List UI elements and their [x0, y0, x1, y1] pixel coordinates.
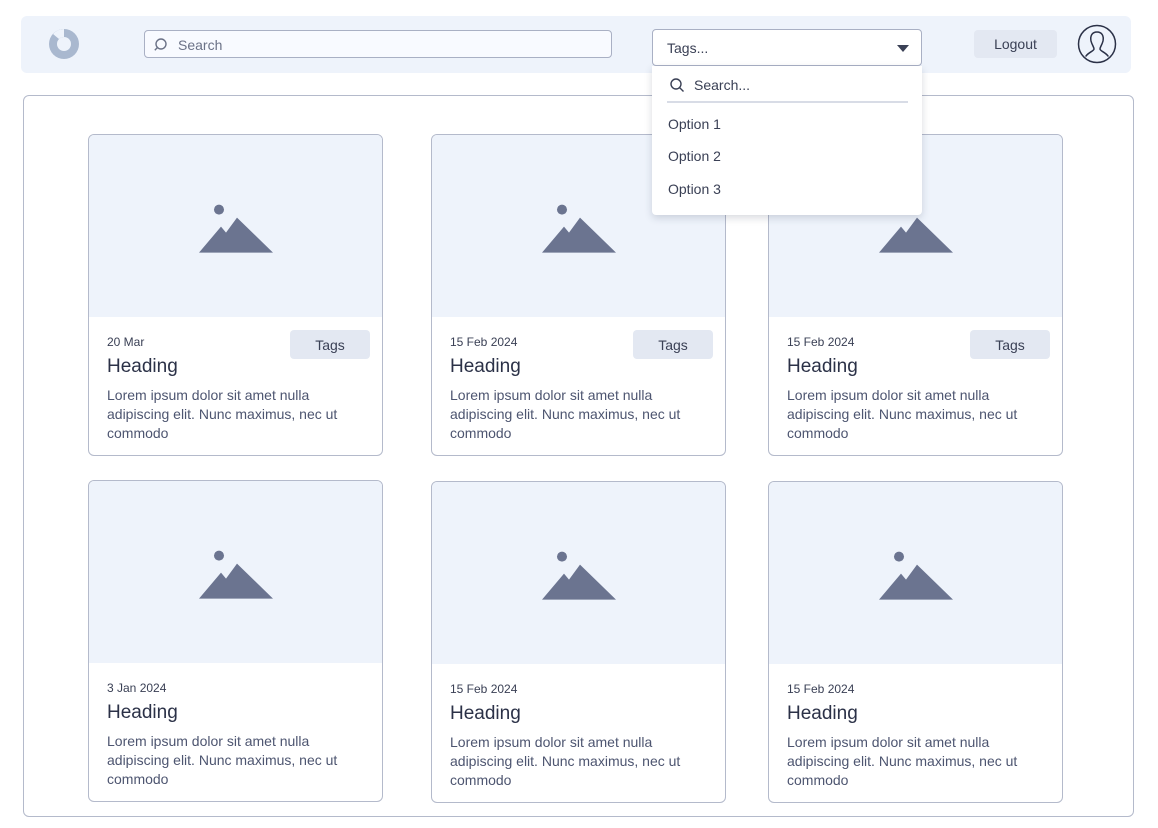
card-body: Lorem ipsum dolor sit amet nulla adipisc… [107, 387, 338, 441]
card[interactable]: 15 Feb 2024 Heading Lorem ipsum dolor si… [768, 481, 1063, 803]
card-heading: Heading [450, 703, 521, 724]
search-icon [670, 78, 684, 92]
search-placeholder: Search [178, 37, 223, 53]
card[interactable]: 20 Mar Tags Heading Lorem ipsum dolor si… [88, 134, 383, 456]
image-placeholder-icon [541, 551, 616, 600]
image-placeholder-icon [541, 204, 616, 253]
card-body: Lorem ipsum dolor sit amet nulla adipisc… [787, 734, 1018, 788]
image-placeholder-icon [198, 204, 273, 253]
card-body: Lorem ipsum dolor sit amet nulla adipisc… [787, 387, 1018, 441]
card-date: 3 Jan 2024 [107, 681, 167, 695]
card-heading: Heading [787, 703, 858, 724]
search-icon [154, 38, 167, 51]
dropdown-search-input[interactable]: Search... [667, 74, 908, 103]
card-body: Lorem ipsum dolor sit amet nulla adipisc… [450, 734, 681, 788]
card-heading: Heading [450, 356, 521, 377]
tags-dropdown: Search... Option 1 Option 2 Option 3 [652, 66, 922, 215]
card[interactable]: 3 Jan 2024 Heading Lorem ipsum dolor sit… [88, 480, 383, 802]
card-image [432, 482, 725, 664]
card-date: 15 Feb 2024 [450, 682, 518, 696]
card-body: Lorem ipsum dolor sit amet nulla adipisc… [107, 733, 338, 787]
image-placeholder-icon [878, 551, 953, 600]
dropdown-option[interactable]: Option 2 [668, 148, 721, 164]
logo-icon[interactable] [47, 27, 81, 61]
card-heading: Heading [787, 356, 858, 377]
card-tag[interactable]: Tags [633, 330, 713, 359]
dropdown-search-placeholder: Search... [694, 77, 751, 93]
logout-button[interactable]: Logout [974, 30, 1057, 58]
tags-select-value: Tags... [667, 40, 709, 56]
card-heading: Heading [107, 356, 178, 377]
card-tag[interactable]: Tags [290, 330, 370, 359]
card-image [89, 135, 382, 317]
card-date: 15 Feb 2024 [787, 682, 855, 696]
chevron-down-icon [897, 45, 909, 52]
search-input[interactable]: Search [144, 30, 612, 58]
dropdown-option[interactable]: Option 3 [668, 181, 721, 197]
card-body: Lorem ipsum dolor sit amet nulla adipisc… [450, 387, 681, 441]
dropdown-option[interactable]: Option 1 [668, 116, 721, 132]
user-avatar-icon[interactable] [1077, 24, 1117, 64]
card-date: 20 Mar [107, 335, 145, 349]
tags-select[interactable]: Tags... [652, 29, 922, 66]
card-image [89, 481, 382, 663]
card[interactable]: 15 Feb 2024 Heading Lorem ipsum dolor si… [431, 481, 726, 803]
card-date: 15 Feb 2024 [450, 335, 518, 349]
card-tag[interactable]: Tags [970, 330, 1050, 359]
card-date: 15 Feb 2024 [787, 335, 855, 349]
card-image [769, 482, 1062, 664]
card-heading: Heading [107, 702, 178, 723]
image-placeholder-icon [198, 550, 273, 599]
